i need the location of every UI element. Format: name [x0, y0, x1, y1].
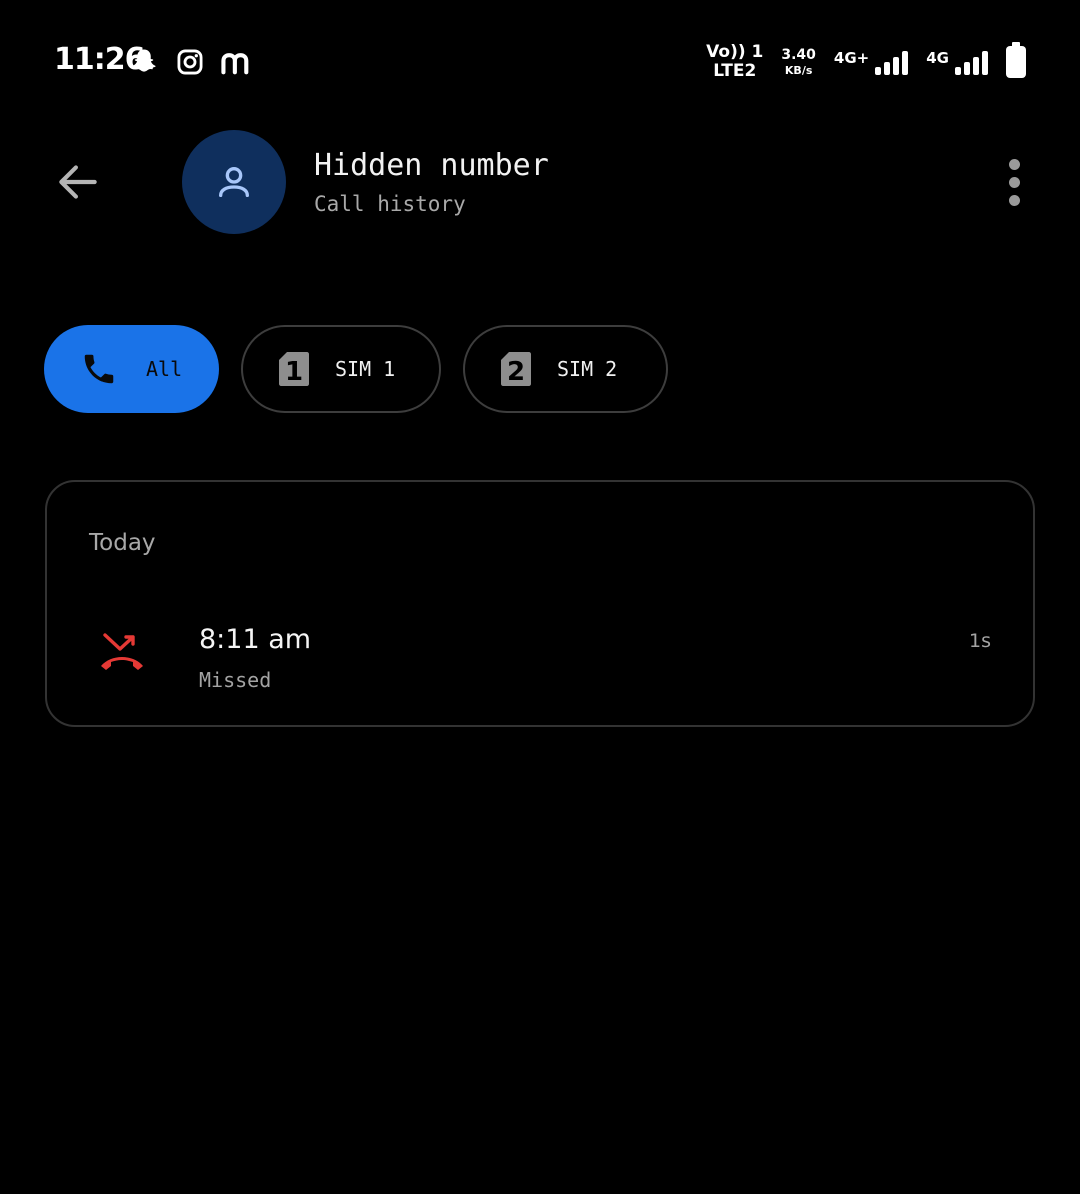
more-vert-icon	[1008, 158, 1020, 170]
call-status: Missed	[199, 668, 272, 692]
phone-icon	[84, 354, 114, 384]
signal-bars-icon	[955, 49, 988, 75]
person-icon	[219, 167, 249, 197]
filter-sim1-label: SIM 1	[335, 357, 396, 381]
more-options-button[interactable]	[990, 152, 1038, 212]
call-history-card: Today 8:11 am Missed 1s	[45, 480, 1035, 727]
back-button[interactable]	[48, 152, 108, 212]
filter-chips: All 1 SIM 1 2 SIM 2	[44, 325, 668, 413]
svg-text:1: 1	[285, 357, 303, 386]
call-log-row[interactable]: 8:11 am Missed 1s	[47, 602, 1033, 702]
arrow-left-icon	[59, 165, 97, 199]
contact-name: Hidden number	[314, 148, 549, 183]
filter-sim1-chip[interactable]: 1 SIM 1	[241, 325, 441, 413]
filter-all-label: All	[146, 357, 183, 381]
volte-indicator: Vo)) 1 LTE2	[706, 42, 764, 81]
sim2-icon: 2	[501, 352, 531, 386]
signal-bars-icon	[875, 49, 909, 75]
battery-icon	[1006, 42, 1026, 78]
page-subtitle: Call history	[314, 192, 466, 216]
section-label-today: Today	[89, 530, 156, 556]
status-app-icons	[128, 44, 252, 80]
filter-sim2-label: SIM 2	[557, 357, 618, 381]
snapchat-icon	[128, 44, 160, 80]
filter-all-chip[interactable]: All	[44, 325, 219, 413]
call-time: 8:11 am	[199, 624, 312, 655]
sim1-icon: 1	[279, 352, 309, 386]
m-app-icon	[220, 44, 252, 80]
avatar	[182, 130, 286, 234]
svg-text:2: 2	[507, 357, 525, 386]
sim2-signal: 4G	[926, 49, 988, 75]
call-duration: 1s	[969, 630, 991, 652]
sim1-signal: 4G+	[834, 49, 909, 75]
network-speed: 3.40 KB/s	[781, 47, 816, 77]
instagram-icon	[174, 44, 206, 80]
status-indicators: Vo)) 1 LTE2 3.40 KB/s 4G+ 4G	[706, 42, 1026, 81]
missed-call-icon	[97, 630, 147, 680]
filter-sim2-chip[interactable]: 2 SIM 2	[463, 325, 668, 413]
status-bar: 11:26 Vo)) 1 LTE2 3.40 KB/s 4G+ 4G	[0, 0, 1080, 120]
